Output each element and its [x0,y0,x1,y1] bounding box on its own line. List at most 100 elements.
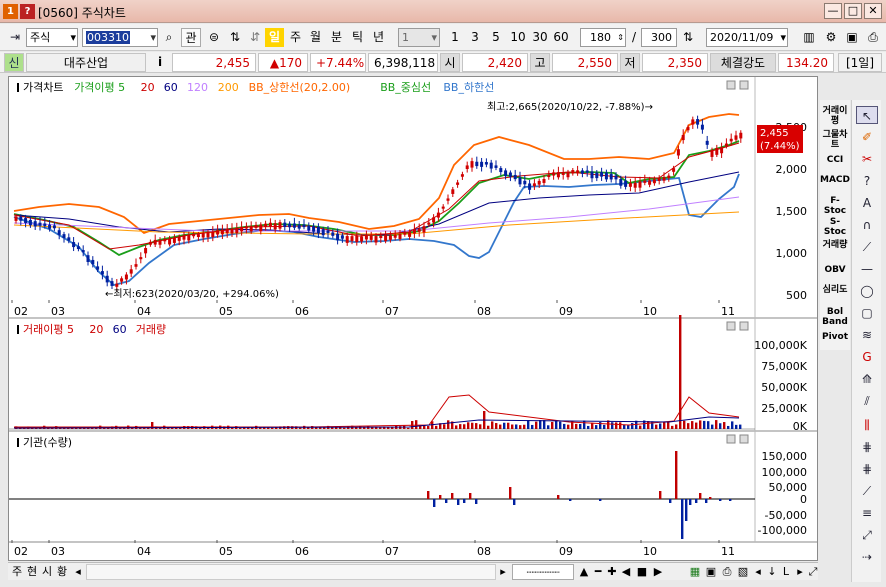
channel-tool-icon[interactable]: ⫽ [856,392,878,410]
minimize-button[interactable]: — [824,3,842,19]
tab-market[interactable]: 시 [40,564,54,580]
zoom-slider[interactable]: ┈┈┈┈┈ [512,564,574,580]
indicator-cci[interactable]: CCI [820,155,850,165]
count-input[interactable]: 180 ⇕ [580,28,626,47]
zoom-out-icon[interactable]: ━ [592,564,604,580]
close-button[interactable]: ✕ [864,3,882,19]
vertical-lines-icon[interactable]: ⫼ [856,416,878,434]
period-tick-tab[interactable]: 틱 [348,28,367,47]
sync-icon[interactable]: ⊜ [204,28,224,47]
add-icon[interactable]: ✚ [606,564,618,580]
save-icon[interactable]: ▣ [843,28,861,47]
scroll-right-icon[interactable]: ▸ [497,564,509,580]
print-icon[interactable]: ⎙ [864,28,882,47]
range-60-button[interactable]: 60 [550,28,572,47]
tab-stock[interactable]: 주 [10,564,24,580]
gann-icon[interactable]: G [856,348,878,366]
pane-minimize-icon[interactable] [726,321,736,331]
period-minute-tab[interactable]: 분 [327,28,346,47]
text-tool-icon[interactable]: A [856,194,878,212]
indicator-bollinger[interactable]: Bol Band [820,307,850,327]
arrow-left-icon[interactable]: ◂ [752,564,764,580]
chart-svg[interactable]: 가격차트 가격이평 5 20 60 120 200 BB_상한선(20,2.00) BB_중심… [9,77,817,560]
indicator-s-stoc[interactable]: S-Stoc [820,217,850,237]
eraser-icon[interactable]: ✐ [856,128,878,146]
expand-icon[interactable]: ⤢ [808,564,818,580]
market-select[interactable]: 주식 ▾ [26,28,78,47]
range-3-button[interactable]: 3 [466,28,484,47]
period-month-tab[interactable]: 월 [306,28,325,47]
parallel-lines-icon[interactable]: ⋕ [856,438,878,456]
scroll-left-icon[interactable]: ◂ [72,564,84,580]
fibonacci-icon[interactable]: ≋ [856,326,878,344]
line-tool-icon[interactable]: ⟋ [856,238,878,256]
chart-type-icon[interactable]: ▥ [800,28,818,47]
pane-minimize-icon[interactable] [726,80,736,90]
cycle-tool-icon[interactable]: ≡ [856,504,878,522]
interval-select[interactable]: 1 ▾ [398,28,440,47]
search-icon[interactable]: ⌕ [160,28,178,47]
info-icon[interactable]: i [150,53,170,72]
updown-arrow-icon[interactable]: ⇵ [248,28,262,47]
period-day-tab[interactable]: 일 [265,28,284,47]
next-icon[interactable]: ▶ [652,564,664,580]
pane-close-icon[interactable] [739,80,749,90]
total-input[interactable]: 300 [641,28,677,47]
rectangle-tool-icon[interactable]: ▢ [856,304,878,322]
code-input[interactable]: 003310 ▾ [82,28,158,47]
help-icon[interactable]: ? [20,4,35,19]
indicator-pivot[interactable]: Pivot [820,332,850,342]
delete-all-icon[interactable]: ✂ [856,150,878,168]
grid-lines-icon[interactable]: ⋕ [856,460,878,478]
indicator-net-chart[interactable]: 그물차트 [820,130,850,150]
line-tool-icon[interactable]: L [780,564,792,580]
updown-icon[interactable]: ⇅ [226,28,244,47]
zoom-in-icon[interactable]: ▲ [578,564,590,580]
candle-body [504,170,508,177]
gear-icon[interactable]: ⚙ [822,28,840,47]
image-icon[interactable]: ▧ [736,564,750,580]
range-10-button[interactable]: 10 [507,28,529,47]
range-1-button[interactable]: 1 [446,28,464,47]
pane-close-icon[interactable] [739,434,749,444]
period-week-tab[interactable]: 주 [286,28,305,47]
tab-current[interactable]: 현 [25,564,39,580]
pane-close-icon[interactable] [739,321,749,331]
stop-icon[interactable]: ■ [636,564,648,580]
window-number-badge[interactable]: 1 [3,4,18,19]
arrow-tool-icon[interactable]: ⇢ [856,548,878,566]
settings-arrows-icon[interactable]: ⇅ [680,28,696,47]
fan-tool-icon[interactable]: ⟰ [856,370,878,388]
indicator-volume[interactable]: 거래량 [820,240,850,250]
indicator-f-stoc[interactable]: F-Stoc [820,196,850,216]
trend-tool-icon[interactable]: ⟋ [856,482,878,500]
magnet-icon[interactable]: ∩ [856,216,878,234]
pane-minimize-icon[interactable] [726,434,736,444]
help-icon[interactable]: ? [856,172,878,190]
spinner-icon[interactable]: ⇕ [617,29,624,46]
range-5-button[interactable]: 5 [487,28,505,47]
indicator-macd[interactable]: MACD [820,175,850,185]
cursor-icon[interactable]: ↖ [856,106,878,124]
send-icon[interactable]: ⇥ [6,28,24,47]
save-icon[interactable]: ▣ [704,564,718,580]
favorite-button[interactable]: 관 [181,28,201,47]
indicator-volume-ma[interactable]: 거래이평 [820,106,850,126]
date-input[interactable]: 2020/11/09 ▾ [706,28,788,47]
indicator-psychology[interactable]: 심리도 [820,285,850,295]
range-30-button[interactable]: 30 [529,28,551,47]
arrow-down-icon[interactable]: ↓ [766,564,778,580]
circle-tool-icon[interactable]: ◯ [856,282,878,300]
period-year-tab[interactable]: 년 [369,28,388,47]
chart-area[interactable]: 가격차트 가격이평 5 20 60 120 200 BB_상한선(20,2.00) BB_중심… [8,76,818,561]
horizontal-scrollbar[interactable] [86,564,496,580]
indicator-obv[interactable]: OBV [820,265,850,275]
prev-icon[interactable]: ◀ [620,564,632,580]
auto-trend-icon[interactable]: ⤢ [856,526,878,544]
print-icon[interactable]: ⎙ [720,564,734,580]
arrow-right-icon[interactable]: ▸ [794,564,806,580]
excel-icon[interactable]: ▦ [688,564,702,580]
horizontal-line-icon[interactable]: — [856,260,878,278]
maximize-button[interactable]: □ [844,3,862,19]
tab-status[interactable]: 황 [55,564,69,580]
